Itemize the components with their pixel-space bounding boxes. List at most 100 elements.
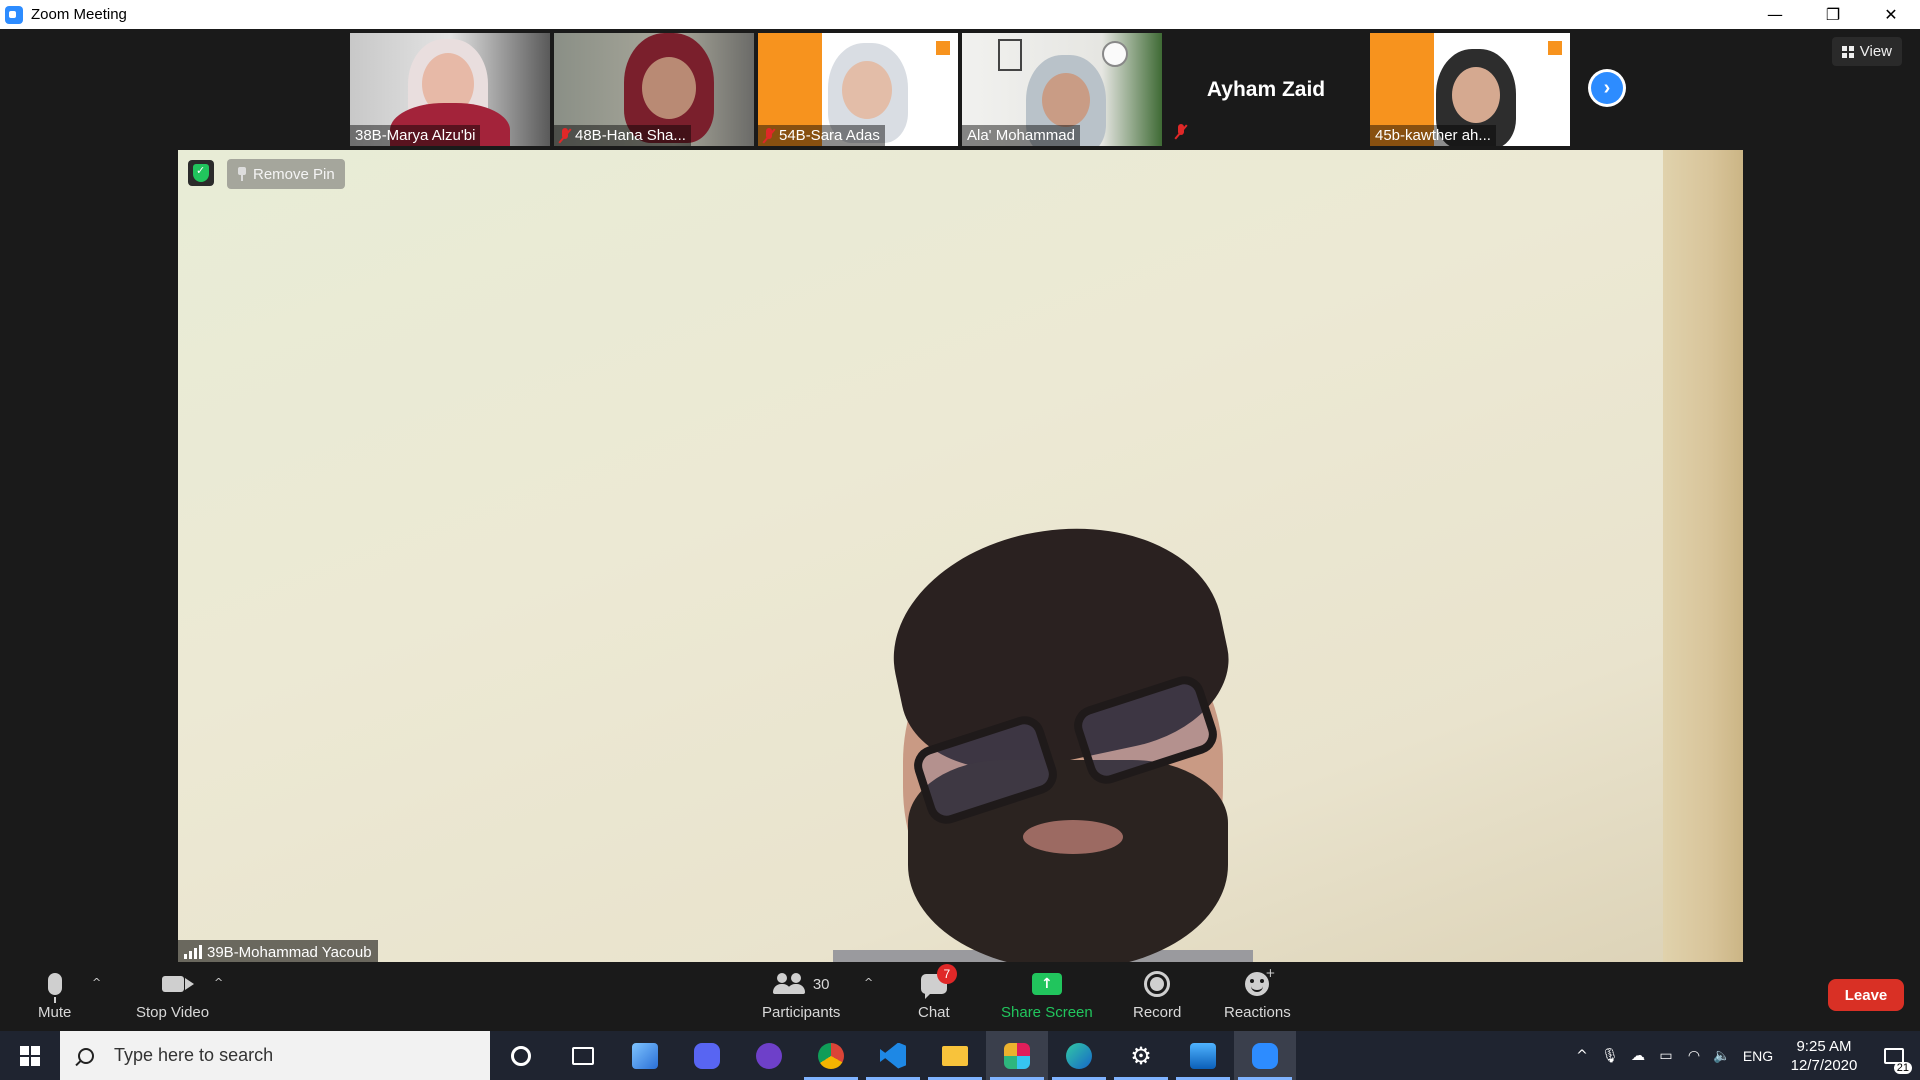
edge-icon[interactable] [1048,1031,1110,1080]
plus-icon: + [1265,966,1276,980]
github-glyph [756,1042,782,1069]
leave-button[interactable]: Leave [1828,979,1904,1011]
stop-video-button[interactable]: Stop Video [136,968,209,1021]
remove-pin-button[interactable]: Remove Pin [227,159,345,189]
taskbar-search-box[interactable]: Type here to search [60,1031,490,1080]
clock-time: 9:25 AM [1796,1037,1852,1055]
cortana-ring [511,1045,531,1066]
wall-clock-icon [1102,41,1128,67]
zoom-glyph [1252,1042,1278,1069]
participant-face [842,61,892,119]
task-view-icon[interactable] [552,1031,614,1080]
title-bar: Zoom Meeting — ❐ ✕ [0,0,1920,29]
input-language[interactable]: ENG [1736,1048,1780,1064]
participants-label: Participants [762,1004,841,1021]
encryption-shield-icon[interactable] [188,160,214,186]
participant-thumbnail[interactable]: Ayham Zaid [1166,33,1366,146]
mute-button[interactable]: Mute [38,968,71,1021]
azure-storage-icon[interactable] [614,1031,676,1080]
zoom-meeting-window: Zoom Meeting — ❐ ✕ 38B-Marya Alzu'bi 48B… [0,0,1920,1080]
azure-storage-glyph [632,1042,658,1069]
participant-name-label: Ala' Mohammad [962,125,1080,146]
chat-label: Chat [918,1004,950,1021]
volume-icon[interactable]: 🔈 [1708,1031,1736,1080]
wall-background [1663,150,1743,964]
participant-thumbnail[interactable]: 54B-Sara Adas [758,33,958,146]
participant-thumbnail-strip: 38B-Marya Alzu'bi 48B-Hana Sha... 54B-Sa… [350,33,1570,146]
microphone-tray-icon[interactable]: 🎙 [1596,1031,1624,1080]
participant-thumbnail[interactable]: 45b-kawther ah... [1370,33,1570,146]
record-label: Record [1133,1004,1182,1021]
participant-thumbnail[interactable]: 38B-Marya Alzu'bi [350,33,550,146]
windows-taskbar: Type here to search ⚙ ^ 🎙 ☁ ▭ ◠ 🔈 ENG 9:… [0,1031,1920,1080]
participants-options-caret-icon[interactable]: ^ [864,976,873,989]
reactions-button[interactable]: + Reactions [1224,966,1291,1021]
remove-pin-label: Remove Pin [253,165,335,183]
close-button[interactable]: ✕ [1862,0,1920,29]
restore-button[interactable]: ❐ [1804,0,1862,29]
video-camera-icon [161,976,194,992]
shield-check-icon [193,164,209,182]
participant-name-label: 54B-Sara Adas [758,125,885,146]
task-view-glyph [572,1046,594,1065]
participant-thumbnail[interactable]: 48B-Hana Sha... [554,33,754,146]
photos-icon[interactable] [1172,1031,1234,1080]
zoom-app-icon [5,5,23,24]
share-screen-button[interactable]: ↑ Share Screen [1001,968,1093,1021]
vscode-glyph [880,1042,906,1069]
participant-face [642,57,696,119]
next-page-button[interactable]: › [1588,69,1626,107]
participant-name: 48B-Hana Sha... [575,127,686,144]
wifi-icon[interactable]: ◠ [1680,1031,1708,1080]
vscode-icon[interactable] [862,1031,924,1080]
chat-button[interactable]: 7 Chat [918,964,957,1021]
record-button[interactable]: Record [1133,968,1181,1021]
start-button[interactable] [0,1031,60,1080]
video-options-caret-icon[interactable]: ^ [214,976,223,989]
participant-display-name: Ayham Zaid [1206,77,1326,101]
settings-icon[interactable]: ⚙ [1110,1031,1172,1080]
taskbar-clock[interactable]: 9:25 AM 12/7/2020 [1780,1037,1868,1075]
logo-square [1548,41,1562,55]
edge-glyph [1066,1042,1092,1069]
discord-icon[interactable] [676,1031,738,1080]
gear-icon: ⚙ [1130,1041,1152,1070]
participant-name: 38B-Marya Alzu'bi [355,127,476,144]
zoom-icon[interactable] [1234,1031,1296,1080]
minimize-button[interactable]: — [1746,0,1804,29]
view-button[interactable]: View [1831,37,1902,66]
cortana-icon[interactable] [490,1031,552,1080]
participant-name: Ala' Mohammad [967,127,1075,144]
chrome-icon[interactable] [800,1031,862,1080]
participants-button[interactable]: 30 Participants [762,968,840,1021]
github-desktop-icon[interactable] [738,1031,800,1080]
stop-video-label: Stop Video [136,1004,210,1021]
search-placeholder: Type here to search [114,1045,274,1065]
share-screen-icon: ↑ [1031,973,1062,995]
participant-name-label: 38B-Marya Alzu'bi [350,125,481,146]
speaker-name: 39B-Mohammad Yacoub [207,943,372,961]
notification-count: 21 [1893,1062,1912,1074]
slack-icon[interactable] [986,1031,1048,1080]
audio-options-caret-icon[interactable]: ^ [92,976,101,989]
speaker-name-label: 39B-Mohammad Yacoub [178,940,378,964]
show-hidden-icons-chevron-icon[interactable]: ^ [1568,1031,1596,1080]
participant-thumbnail[interactable]: Ala' Mohammad [962,33,1162,146]
record-icon [1144,971,1171,997]
participant-face [1452,67,1500,123]
wall-calendar [998,39,1022,71]
battery-icon[interactable]: ▭ [1652,1031,1680,1080]
participant-face [1042,73,1090,127]
clock-date: 12/7/2020 [1790,1056,1858,1074]
participant-name: 45b-kawther ah... [1375,127,1491,144]
microphone-icon [47,973,62,1003]
participant-mute-indicator [1170,122,1192,142]
pinned-video[interactable]: Remove Pin 39B-Mohammad Yacoub [178,150,1743,964]
window-controls: — ❐ ✕ [1746,0,1920,29]
participants-icon [772,973,807,995]
folder-glyph [942,1045,968,1066]
onedrive-cloud-icon[interactable]: ☁ [1624,1031,1652,1080]
participant-name-label: 48B-Hana Sha... [554,125,691,146]
action-center-button[interactable]: 21 [1868,1031,1920,1080]
file-explorer-icon[interactable] [924,1031,986,1080]
